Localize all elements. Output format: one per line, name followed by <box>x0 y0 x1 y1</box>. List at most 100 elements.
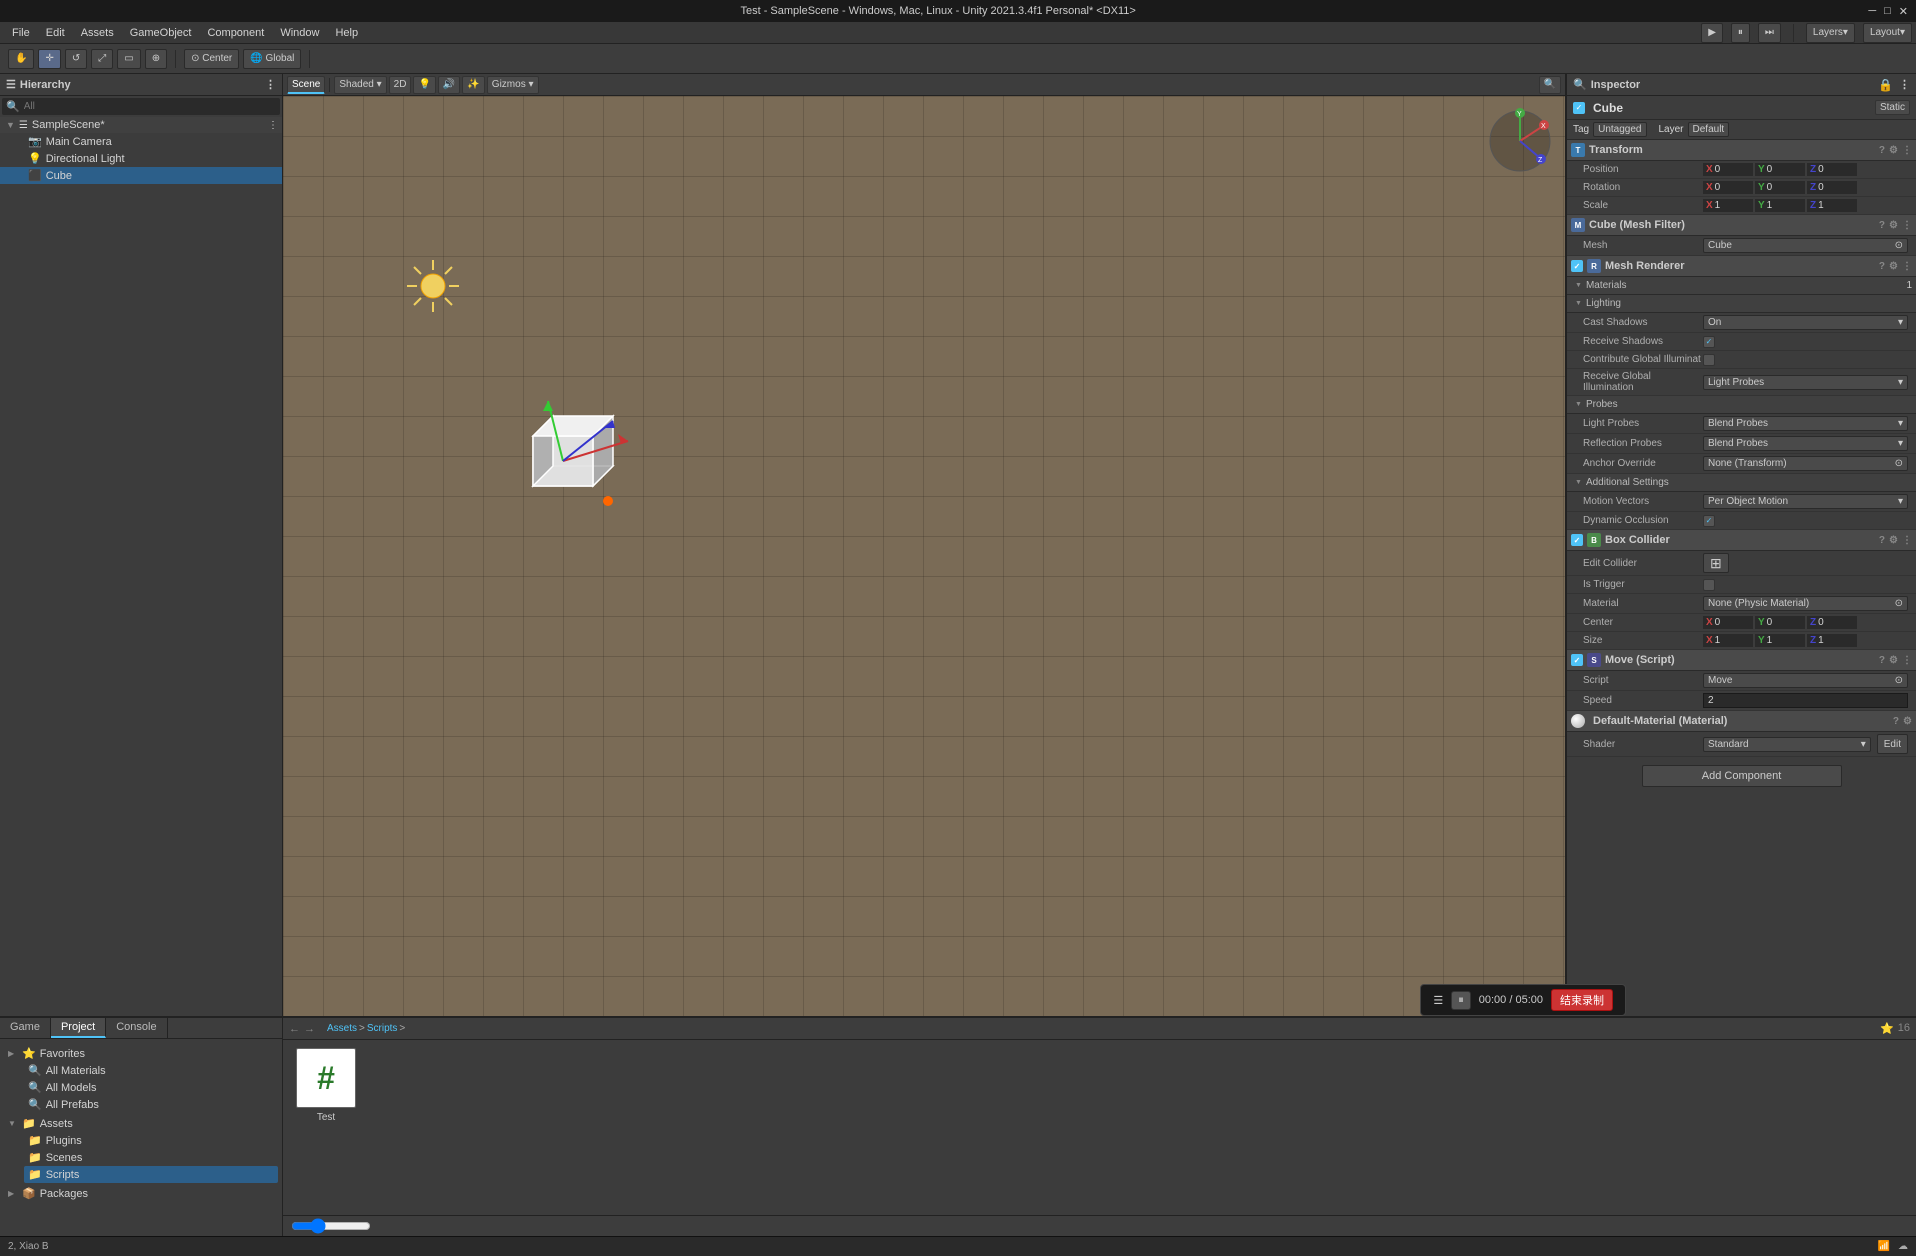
favorite-icon[interactable]: ⭐ <box>1880 1022 1894 1035</box>
center-z-field[interactable]: Z 0 <box>1807 616 1857 629</box>
receive-shadows-checkbox[interactable] <box>1703 336 1715 348</box>
all-materials-item[interactable]: 🔍 All Materials <box>24 1062 278 1079</box>
mesh-renderer-header[interactable]: ✓ R Mesh Renderer ? ⚙ ⋮ <box>1567 256 1916 277</box>
menu-edit[interactable]: Edit <box>38 25 73 41</box>
rotation-y-field[interactable]: Y 0 <box>1755 181 1805 194</box>
contribute-gi-checkbox[interactable] <box>1703 354 1715 366</box>
material-question[interactable]: ? <box>1893 716 1899 727</box>
tab-console[interactable]: Console <box>106 1018 167 1038</box>
box-collider-settings[interactable]: ⚙ <box>1889 535 1898 546</box>
scene-audio[interactable]: 🔊 <box>438 76 460 94</box>
tab-project[interactable]: Project <box>51 1018 106 1038</box>
tab-game[interactable]: Game <box>0 1018 51 1038</box>
inspector-lock-icon[interactable]: 🔒 <box>1878 78 1893 92</box>
hierarchy-search-input[interactable] <box>24 101 276 112</box>
packages-header[interactable]: ▶ 📦 Packages <box>4 1185 278 1202</box>
menu-help[interactable]: Help <box>327 25 366 41</box>
scene-search[interactable]: 🔍 <box>1539 76 1561 94</box>
all-prefabs-item[interactable]: 🔍 All Prefabs <box>24 1096 278 1113</box>
menu-file[interactable]: File <box>4 25 38 41</box>
position-z-field[interactable]: Z 0 <box>1807 163 1857 176</box>
materials-section[interactable]: Materials 1 <box>1567 277 1916 295</box>
mesh-renderer-question[interactable]: ? <box>1879 261 1885 272</box>
scene-shading[interactable]: Shaded ▾ <box>334 76 386 94</box>
light-probes-dropdown[interactable]: Blend Probes ▾ <box>1703 416 1908 431</box>
center-x-field[interactable]: X 0 <box>1703 616 1753 629</box>
scripts-item[interactable]: 📁 Scripts <box>24 1166 278 1183</box>
motion-vectors-dropdown[interactable]: Per Object Motion ▾ <box>1703 494 1908 509</box>
script-dropdown[interactable]: Move ⊙ <box>1703 673 1908 688</box>
material-component-header[interactable]: Default-Material (Material) ? ⚙ <box>1567 711 1916 732</box>
transform-component-header[interactable]: T Transform ? ⚙ ⋮ <box>1567 140 1916 161</box>
maximize-btn[interactable]: □ <box>1884 5 1891 18</box>
menu-assets[interactable]: Assets <box>73 25 122 41</box>
all-models-item[interactable]: 🔍 All Models <box>24 1079 278 1096</box>
mesh-renderer-checkbox[interactable]: ✓ <box>1571 260 1583 272</box>
position-x-field[interactable]: X 0 <box>1703 163 1753 176</box>
inspector-more-icon[interactable]: ⋮ <box>1899 78 1910 92</box>
rec-end-btn[interactable]: 结束录制 <box>1551 989 1613 1011</box>
mesh-filter-question[interactable]: ? <box>1879 220 1885 231</box>
mesh-filter-header[interactable]: M Cube (Mesh Filter) ? ⚙ ⋮ <box>1567 215 1916 236</box>
box-collider-header[interactable]: ✓ B Box Collider ? ⚙ ⋮ <box>1567 530 1916 551</box>
scenes-item[interactable]: 📁 Scenes <box>24 1149 278 1166</box>
box-collider-more[interactable]: ⋮ <box>1902 535 1912 546</box>
tag-dropdown[interactable]: Untagged <box>1593 122 1646 137</box>
layout-btn[interactable]: Layout ▾ <box>1863 23 1912 43</box>
tool-scale[interactable]: ⤢ <box>91 49 113 69</box>
rotation-x-field[interactable]: X 0 <box>1703 181 1753 194</box>
anchor-override-dropdown[interactable]: None (Transform) ⊙ <box>1703 456 1908 471</box>
transform-question[interactable]: ? <box>1879 145 1885 156</box>
hierarchy-menu[interactable]: ⋮ <box>265 78 276 91</box>
asset-zoom-slider[interactable] <box>291 1218 371 1234</box>
scene-view[interactable]: Y X Z < Persp <box>283 96 1565 1016</box>
rec-pause-btn[interactable]: ⏸ <box>1451 991 1471 1010</box>
scale-y-field[interactable]: Y 1 <box>1755 199 1805 212</box>
scale-z-field[interactable]: Z 1 <box>1807 199 1857 212</box>
position-y-field[interactable]: Y 0 <box>1755 163 1805 176</box>
box-collider-question[interactable]: ? <box>1879 535 1885 546</box>
mesh-renderer-settings[interactable]: ⚙ <box>1889 261 1898 272</box>
scene-2d[interactable]: 2D <box>389 76 412 94</box>
layer-dropdown[interactable]: Default <box>1688 122 1730 137</box>
step-btn[interactable]: ⏭ <box>1758 23 1781 43</box>
scene-menu[interactable]: ⋮ <box>268 120 278 131</box>
collider-material-dropdown[interactable]: None (Physic Material) ⊙ <box>1703 596 1908 611</box>
tool-hand[interactable]: ✋ <box>8 49 34 69</box>
move-script-settings[interactable]: ⚙ <box>1889 655 1898 666</box>
tool-rect[interactable]: ▭ <box>117 49 140 69</box>
asset-item-test[interactable]: # Test <box>291 1048 361 1123</box>
receive-gi-dropdown[interactable]: Light Probes ▾ <box>1703 375 1908 390</box>
size-x-field[interactable]: X 1 <box>1703 634 1753 647</box>
menu-gameobject[interactable]: GameObject <box>122 25 200 41</box>
center-y-field[interactable]: Y 0 <box>1755 616 1805 629</box>
pause-btn[interactable]: ⏸ <box>1731 23 1750 43</box>
transform-more[interactable]: ⋮ <box>1902 145 1912 156</box>
object-name[interactable]: Cube <box>1593 101 1871 115</box>
cast-shadows-dropdown[interactable]: On ▾ <box>1703 315 1908 330</box>
mesh-renderer-more[interactable]: ⋮ <box>1902 261 1912 272</box>
scale-x-field[interactable]: X 1 <box>1703 199 1753 212</box>
play-btn[interactable]: ▶ <box>1701 23 1723 43</box>
layers-btn[interactable]: Layers ▾ <box>1806 23 1855 43</box>
favorites-header[interactable]: ▶ ⭐ Favorites <box>4 1045 278 1062</box>
reflection-probes-dropdown[interactable]: Blend Probes ▾ <box>1703 436 1908 451</box>
move-script-checkbox[interactable]: ✓ <box>1571 654 1583 666</box>
move-script-header[interactable]: ✓ S Move (Script) ? ⚙ ⋮ <box>1567 650 1916 671</box>
assets-header[interactable]: ▼ 📁 Assets <box>4 1115 278 1132</box>
breadcrumb-scripts[interactable]: Scripts <box>367 1023 398 1034</box>
pivot-global[interactable]: 🌐 Global <box>243 49 301 69</box>
additional-settings-section[interactable]: Additional Settings <box>1567 474 1916 492</box>
tool-transform[interactable]: ⊕ <box>145 49 167 69</box>
mesh-filter-settings[interactable]: ⚙ <box>1889 220 1898 231</box>
pivot-center[interactable]: ⊙ Center <box>184 49 239 69</box>
material-settings[interactable]: ⚙ <box>1903 716 1912 727</box>
scene-tab[interactable]: Scene <box>287 76 325 94</box>
asset-forward-btn[interactable]: → <box>304 1023 315 1035</box>
move-script-more[interactable]: ⋮ <box>1902 655 1912 666</box>
rotation-z-field[interactable]: Z 0 <box>1807 181 1857 194</box>
scene-light[interactable]: 💡 <box>413 76 435 94</box>
add-component-btn[interactable]: Add Component <box>1642 765 1842 787</box>
minimize-btn[interactable]: ─ <box>1868 5 1876 18</box>
speed-input[interactable]: 2 <box>1703 693 1908 708</box>
